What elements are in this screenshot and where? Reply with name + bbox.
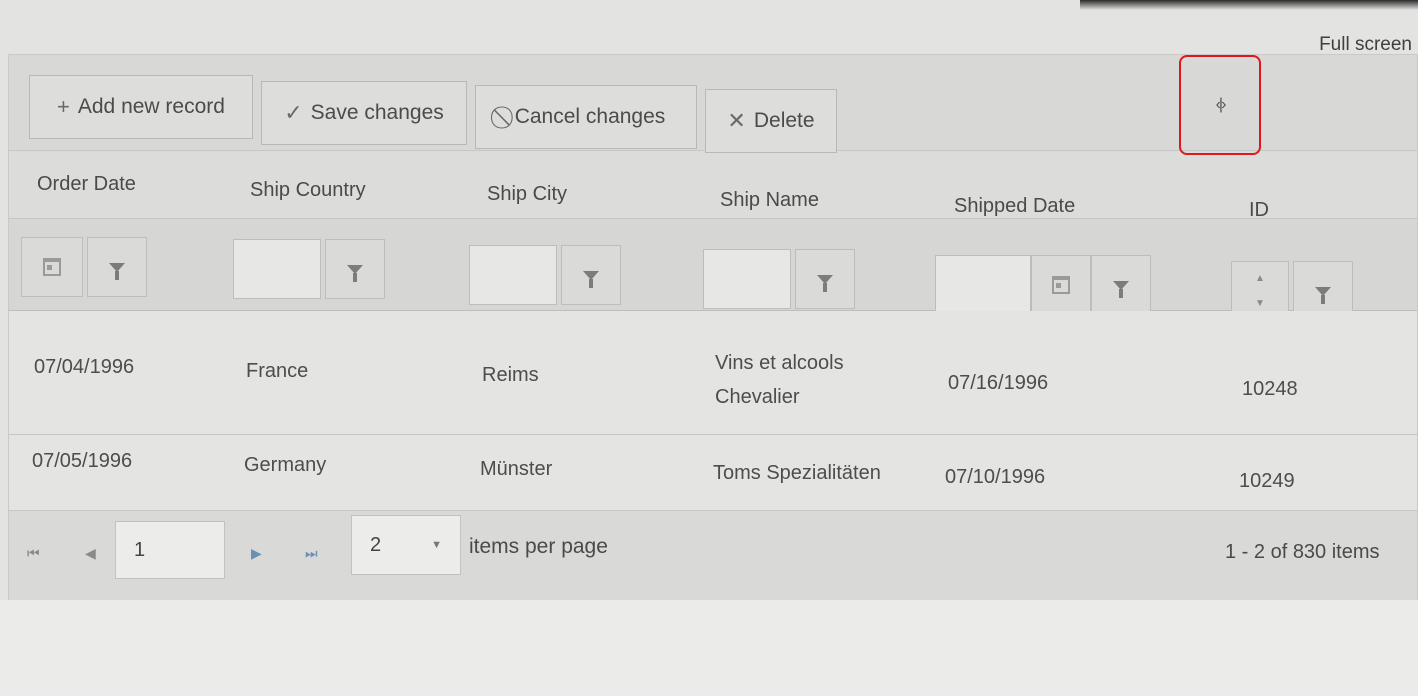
cell-ship-city: Münster [480,458,553,480]
page-number-input[interactable]: 1 [115,521,225,579]
ship-country-filter-input[interactable] [233,239,321,299]
pager: ⏮ ◀ 1 ▶ ⏭ 2 ▼ items per page 1 - 2 of 83… [9,511,1417,601]
check-icon: ✓ [284,100,303,125]
filter-row: ▲ ▼ [9,219,1417,321]
save-label: Save changes [310,101,444,124]
cell-ship-city: Reims [482,364,539,386]
shipped-date-picker-button[interactable] [1031,255,1091,315]
page-size-value: 2 [370,533,382,556]
cell-shipped-date: 07/16/1996 [948,372,1049,394]
full-screen-link[interactable]: Full screen [1319,34,1412,56]
close-icon: ✕ [727,108,746,133]
ship-city-filter-input[interactable] [469,245,557,305]
previous-page-icon[interactable]: ◀ [85,545,96,562]
column-header-ship-country[interactable]: Ship Country [250,179,366,202]
data-grid: + Add new record ✓ Save changes ⃠ Cancel… [8,54,1418,601]
ship-name-filter-input[interactable] [703,249,791,309]
cell-shipped-date: 07/10/1996 [945,466,1046,488]
items-per-page-label: items per page [469,535,608,558]
pager-info: 1 - 2 of 830 items [1225,541,1380,563]
first-page-icon[interactable]: ⏮ [27,545,40,562]
cell-order-date: 07/04/1996 [34,356,135,378]
calendar-icon [1052,276,1070,294]
ship-name-filter-button[interactable] [795,249,855,309]
filter-icon [583,270,599,288]
cell-ship-country: Germany [244,454,327,476]
table-row[interactable]: 07/05/1996 Germany Münster Toms Speziali… [9,435,1417,511]
table-row[interactable]: 07/04/1996 France Reims Vins et alcools … [9,311,1417,435]
filter-icon [1315,286,1331,304]
cell-ship-name-line1: Vins et alcools [715,352,844,374]
chevron-down-icon: ▼ [431,539,442,551]
order-date-picker-button[interactable] [21,237,83,297]
column-header-shipped-date[interactable]: Shipped Date [954,195,1075,218]
page-size-dropdown[interactable]: 2 ▼ [351,515,461,575]
column-header-ship-city[interactable]: Ship City [487,183,567,206]
page-background [0,600,1418,696]
delete-label: Delete [753,109,815,132]
shipped-date-filter-input[interactable] [935,255,1031,315]
column-header-ship-name[interactable]: Ship Name [720,189,819,212]
delete-button[interactable]: ✕ Delete [705,89,837,153]
cell-order-date: 07/05/1996 [32,450,133,472]
last-page-icon[interactable]: ⏭ [305,545,318,562]
column-header-order-date[interactable]: Order Date [37,173,136,196]
next-page-icon[interactable]: ▶ [251,545,262,562]
column-header-row: Order Date Ship Country Ship City Ship N… [9,151,1417,221]
add-new-record-button[interactable]: + Add new record [29,75,253,139]
order-date-filter-button[interactable] [87,237,147,297]
filter-icon [817,274,833,292]
cell-id: 10248 [1242,378,1298,400]
save-changes-button[interactable]: ✓ Save changes [261,81,467,145]
cancel-label: Cancel changes [514,105,666,128]
cell-ship-name-line2: Chevalier [715,386,800,408]
filter-icon [1113,280,1129,298]
shipped-date-filter-button[interactable] [1091,255,1151,315]
ship-city-filter-button[interactable] [561,245,621,305]
spin-down-icon[interactable]: ▼ [1255,298,1265,309]
monitor-bezel [1080,0,1418,10]
cell-id: 10249 [1239,470,1295,492]
cell-ship-name: Toms Spezialitäten [713,462,881,484]
filter-icon [109,262,125,280]
ship-country-filter-button[interactable] [325,239,385,299]
cancel-changes-button[interactable]: ⃠ Cancel changes [475,85,697,149]
filter-icon [347,264,363,282]
plus-icon: + [57,94,70,119]
calendar-icon [43,258,61,276]
spin-up-icon[interactable]: ▲ [1255,273,1265,284]
column-resize-handle-icon[interactable]: ‹|› [1179,55,1261,155]
add-label: Add new record [77,95,225,118]
cell-ship-country: France [246,360,309,382]
